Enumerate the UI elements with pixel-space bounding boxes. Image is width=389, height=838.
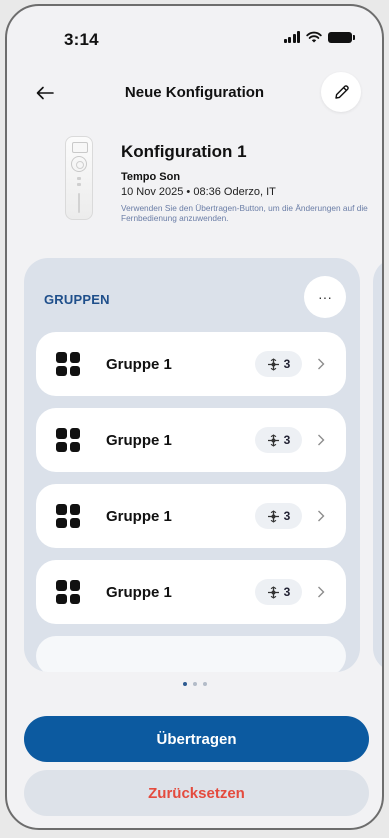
chevron-right-icon xyxy=(316,432,326,448)
page-indicator[interactable] xyxy=(7,682,382,690)
devices-icon xyxy=(267,433,279,447)
chevron-right-icon xyxy=(316,356,326,372)
pencil-icon xyxy=(334,84,349,99)
battery-icon xyxy=(328,31,355,43)
status-icons xyxy=(283,31,355,43)
device-count-badge: 3 xyxy=(255,427,302,453)
devices-icon xyxy=(267,509,279,523)
group-row[interactable]: Gruppe 1 3 xyxy=(36,332,346,396)
next-card-row xyxy=(383,332,384,398)
group-row[interactable]: Gruppe 1 3 xyxy=(36,484,346,548)
next-card-row xyxy=(383,484,384,550)
status-bar: 3:14 xyxy=(7,6,382,56)
configuration-name: Konfiguration 1 xyxy=(121,142,247,161)
devices-icon xyxy=(267,585,279,599)
group-label: Gruppe 1 xyxy=(106,432,172,449)
page-dot-active[interactable] xyxy=(182,682,187,686)
configuration-info: Konfiguration 1 Tempo Son 10 Nov 2025 • … xyxy=(7,134,382,234)
reset-button[interactable]: Zurücksetzen xyxy=(24,770,369,816)
grid-icon xyxy=(56,580,80,604)
device-count-badge: 3 xyxy=(255,579,302,605)
group-row-partial[interactable] xyxy=(36,636,346,672)
phone-screen: 3:14 Neue Konfiguration Konfiguration 1 … xyxy=(5,4,384,830)
device-count: 3 xyxy=(283,357,291,371)
transfer-hint: Verwenden Sie den Übertragen-Button, um … xyxy=(121,203,368,223)
device-count: 3 xyxy=(283,585,291,599)
chevron-right-icon xyxy=(316,584,326,600)
page-dot[interactable] xyxy=(192,682,197,686)
device-count: 3 xyxy=(283,433,291,447)
grid-icon xyxy=(56,352,80,376)
next-card-row xyxy=(383,560,384,626)
group-row[interactable]: Gruppe 1 3 xyxy=(36,408,346,472)
grid-icon xyxy=(56,428,80,452)
status-time: 3:14 xyxy=(64,30,99,49)
next-card-preview[interactable]: G xyxy=(373,258,384,672)
group-label: Gruppe 1 xyxy=(106,356,172,373)
edit-button[interactable] xyxy=(321,72,361,112)
group-row[interactable]: Gruppe 1 3 xyxy=(36,560,346,624)
page-dot[interactable] xyxy=(202,682,207,686)
transfer-button[interactable]: Übertragen xyxy=(24,716,369,762)
more-options-icon: ··· xyxy=(318,289,332,305)
groups-card: GRUPPEN ··· Gruppe 1 3 Gruppe 1 3 Gruppe… xyxy=(24,258,360,672)
product-name: Tempo Son xyxy=(121,171,181,183)
device-count: 3 xyxy=(283,509,291,523)
devices-icon xyxy=(267,357,279,371)
groups-title: GRUPPEN xyxy=(44,292,110,307)
grid-icon xyxy=(56,504,80,528)
device-count-badge: 3 xyxy=(255,351,302,377)
configuration-datetime: 10 Nov 2025 • 08:36 Oderzo, IT xyxy=(121,186,276,198)
chevron-right-icon xyxy=(316,508,326,524)
group-label: Gruppe 1 xyxy=(106,584,172,601)
cellular-signal-icon xyxy=(283,31,300,43)
next-card-row xyxy=(383,408,384,474)
more-options-button[interactable]: ··· xyxy=(304,276,346,318)
device-count-badge: 3 xyxy=(255,503,302,529)
group-label: Gruppe 1 xyxy=(106,508,172,525)
header: Neue Konfiguration xyxy=(7,72,382,116)
remote-control-image xyxy=(65,136,93,220)
wifi-icon xyxy=(306,31,322,43)
